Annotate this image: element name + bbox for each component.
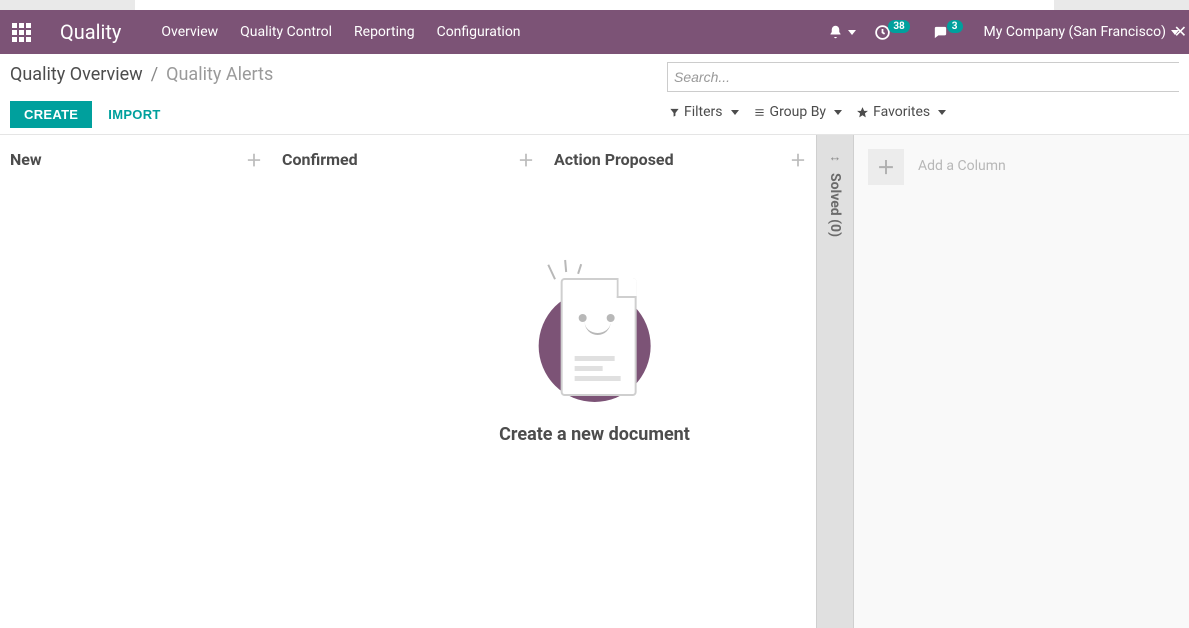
caret-down-icon <box>731 110 739 115</box>
messages-button[interactable]: 3 <box>931 24 966 41</box>
search-box[interactable] <box>667 62 1179 92</box>
groupby-label: Group By <box>770 104 827 120</box>
company-switcher[interactable]: My Company (San Francisco) <box>984 24 1179 40</box>
nav-configuration[interactable]: Configuration <box>437 24 521 40</box>
column-title: Action Proposed <box>554 150 674 169</box>
control-panel: Quality Overview / Quality Alerts CREATE… <box>0 54 1189 135</box>
breadcrumb-sep: / <box>151 64 158 85</box>
activity-button[interactable]: 38 <box>874 24 912 41</box>
import-button[interactable]: IMPORT <box>104 101 164 128</box>
nav-overview[interactable]: Overview <box>161 24 218 40</box>
filters-dropdown[interactable]: Filters <box>669 104 739 120</box>
apps-icon[interactable] <box>10 21 32 43</box>
bell-icon <box>828 24 843 40</box>
messages-badge: 3 <box>947 20 963 33</box>
company-name: My Company (San Francisco) <box>984 24 1166 40</box>
kanban-column-new[interactable]: New ＋ <box>0 135 272 628</box>
add-column-label[interactable]: Add a Column <box>918 158 1006 174</box>
kanban-column-solved-folded[interactable]: ↔ Solved (0) <box>816 135 854 628</box>
empty-state-title: Create a new document <box>499 424 690 445</box>
search-input[interactable] <box>668 65 1179 89</box>
nav-menu: Overview Quality Control Reporting Confi… <box>161 24 520 40</box>
folded-column-title: Solved (0) <box>827 173 843 237</box>
browser-chrome-gap <box>0 0 1189 10</box>
add-column-button[interactable]: ＋ <box>868 149 904 185</box>
caret-down-icon <box>848 30 856 35</box>
caret-down-icon <box>938 110 946 115</box>
star-icon <box>856 106 869 119</box>
empty-state: Create a new document <box>499 268 690 445</box>
caret-down-icon <box>834 110 842 115</box>
breadcrumb-parent[interactable]: Quality Overview <box>10 64 143 85</box>
list-icon <box>753 107 766 118</box>
breadcrumb: Quality Overview / Quality Alerts <box>10 64 273 85</box>
breadcrumb-current: Quality Alerts <box>166 64 273 85</box>
column-title: Confirmed <box>282 150 358 169</box>
filters-label: Filters <box>684 104 723 120</box>
column-title: New <box>10 150 42 169</box>
debug-icon[interactable]: ✕ <box>1174 22 1187 41</box>
notifications-button[interactable] <box>828 24 856 40</box>
add-column-area: ＋ Add a Column <box>854 135 1189 628</box>
favorites-label: Favorites <box>873 104 930 120</box>
groupby-dropdown[interactable]: Group By <box>753 104 843 120</box>
quick-create-icon[interactable]: ＋ <box>518 147 534 171</box>
funnel-icon <box>669 107 680 118</box>
favorites-dropdown[interactable]: Favorites <box>856 104 946 120</box>
activity-badge: 38 <box>888 20 909 33</box>
nav-reporting[interactable]: Reporting <box>354 24 415 40</box>
main-navbar: Quality Overview Quality Control Reporti… <box>0 10 1189 54</box>
nav-quality-control[interactable]: Quality Control <box>240 24 332 40</box>
quick-create-icon[interactable]: ＋ <box>790 147 806 171</box>
nav-right: 38 3 My Company (San Francisco) <box>828 24 1181 41</box>
app-brand[interactable]: Quality <box>60 20 121 44</box>
quick-create-icon[interactable]: ＋ <box>246 147 262 171</box>
document-illustration <box>534 268 654 408</box>
expand-icon[interactable]: ↔ <box>829 149 842 165</box>
create-button[interactable]: CREATE <box>10 101 92 128</box>
